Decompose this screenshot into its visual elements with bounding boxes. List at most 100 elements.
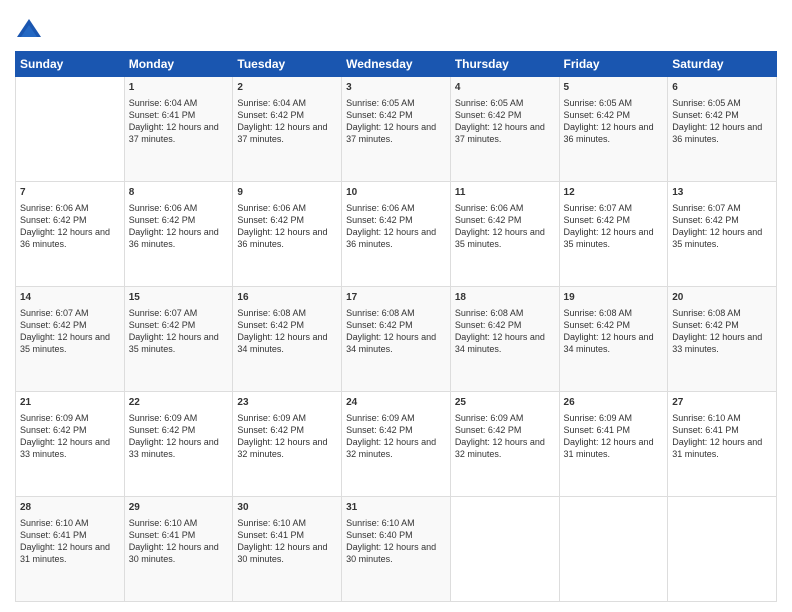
daylight-text: Daylight: 12 hours and 34 minutes. — [346, 332, 436, 354]
week-row-1: 1Sunrise: 6:04 AMSunset: 6:41 PMDaylight… — [16, 77, 777, 182]
sunset-text: Sunset: 6:40 PM — [346, 530, 413, 540]
calendar-table: SundayMondayTuesdayWednesdayThursdayFrid… — [15, 51, 777, 602]
daylight-text: Daylight: 12 hours and 37 minutes. — [129, 122, 219, 144]
day-number: 7 — [20, 186, 120, 200]
calendar-cell: 29Sunrise: 6:10 AMSunset: 6:41 PMDayligh… — [124, 497, 233, 602]
daylight-text: Daylight: 12 hours and 34 minutes. — [564, 332, 654, 354]
calendar-cell — [559, 497, 668, 602]
calendar-cell: 1Sunrise: 6:04 AMSunset: 6:41 PMDaylight… — [124, 77, 233, 182]
sunrise-text: Sunrise: 6:05 AM — [672, 98, 741, 108]
daylight-text: Daylight: 12 hours and 30 minutes. — [237, 542, 327, 564]
sunset-text: Sunset: 6:42 PM — [455, 320, 522, 330]
sunrise-text: Sunrise: 6:10 AM — [672, 413, 741, 423]
sunrise-text: Sunrise: 6:10 AM — [20, 518, 89, 528]
day-number: 31 — [346, 501, 446, 515]
calendar-cell: 19Sunrise: 6:08 AMSunset: 6:42 PMDayligh… — [559, 287, 668, 392]
sunset-text: Sunset: 6:41 PM — [564, 425, 631, 435]
weekday-header-row: SundayMondayTuesdayWednesdayThursdayFrid… — [16, 52, 777, 77]
sunset-text: Sunset: 6:42 PM — [346, 215, 413, 225]
sunset-text: Sunset: 6:42 PM — [346, 110, 413, 120]
day-number: 11 — [455, 186, 555, 200]
sunset-text: Sunset: 6:42 PM — [672, 110, 739, 120]
calendar-cell: 13Sunrise: 6:07 AMSunset: 6:42 PMDayligh… — [668, 182, 777, 287]
sunset-text: Sunset: 6:41 PM — [129, 110, 196, 120]
sunrise-text: Sunrise: 6:09 AM — [346, 413, 415, 423]
day-number: 15 — [129, 291, 229, 305]
calendar-cell — [668, 497, 777, 602]
sunrise-text: Sunrise: 6:08 AM — [346, 308, 415, 318]
sunset-text: Sunset: 6:41 PM — [129, 530, 196, 540]
calendar-cell: 14Sunrise: 6:07 AMSunset: 6:42 PMDayligh… — [16, 287, 125, 392]
sunrise-text: Sunrise: 6:09 AM — [129, 413, 198, 423]
weekday-header-thursday: Thursday — [450, 52, 559, 77]
calendar-cell: 20Sunrise: 6:08 AMSunset: 6:42 PMDayligh… — [668, 287, 777, 392]
sunrise-text: Sunrise: 6:06 AM — [20, 203, 89, 213]
day-number: 2 — [237, 81, 337, 95]
sunset-text: Sunset: 6:42 PM — [564, 110, 631, 120]
calendar-cell: 24Sunrise: 6:09 AMSunset: 6:42 PMDayligh… — [342, 392, 451, 497]
sunrise-text: Sunrise: 6:08 AM — [564, 308, 633, 318]
calendar-cell: 3Sunrise: 6:05 AMSunset: 6:42 PMDaylight… — [342, 77, 451, 182]
sunset-text: Sunset: 6:42 PM — [129, 425, 196, 435]
weekday-header-tuesday: Tuesday — [233, 52, 342, 77]
day-number: 20 — [672, 291, 772, 305]
daylight-text: Daylight: 12 hours and 33 minutes. — [129, 437, 219, 459]
weekday-header-monday: Monday — [124, 52, 233, 77]
calendar-cell: 17Sunrise: 6:08 AMSunset: 6:42 PMDayligh… — [342, 287, 451, 392]
daylight-text: Daylight: 12 hours and 33 minutes. — [20, 437, 110, 459]
day-number: 25 — [455, 396, 555, 410]
calendar-cell: 4Sunrise: 6:05 AMSunset: 6:42 PMDaylight… — [450, 77, 559, 182]
sunrise-text: Sunrise: 6:09 AM — [455, 413, 524, 423]
sunset-text: Sunset: 6:42 PM — [129, 215, 196, 225]
calendar-cell: 23Sunrise: 6:09 AMSunset: 6:42 PMDayligh… — [233, 392, 342, 497]
daylight-text: Daylight: 12 hours and 36 minutes. — [129, 227, 219, 249]
day-number: 22 — [129, 396, 229, 410]
sunset-text: Sunset: 6:42 PM — [20, 320, 87, 330]
sunrise-text: Sunrise: 6:09 AM — [20, 413, 89, 423]
sunset-text: Sunset: 6:42 PM — [564, 215, 631, 225]
weekday-header-friday: Friday — [559, 52, 668, 77]
sunrise-text: Sunrise: 6:06 AM — [455, 203, 524, 213]
calendar-cell: 25Sunrise: 6:09 AMSunset: 6:42 PMDayligh… — [450, 392, 559, 497]
day-number: 18 — [455, 291, 555, 305]
day-number: 3 — [346, 81, 446, 95]
calendar-cell: 31Sunrise: 6:10 AMSunset: 6:40 PMDayligh… — [342, 497, 451, 602]
page: SundayMondayTuesdayWednesdayThursdayFrid… — [0, 0, 792, 612]
calendar-cell: 12Sunrise: 6:07 AMSunset: 6:42 PMDayligh… — [559, 182, 668, 287]
sunrise-text: Sunrise: 6:04 AM — [237, 98, 306, 108]
sunrise-text: Sunrise: 6:10 AM — [237, 518, 306, 528]
calendar-cell — [450, 497, 559, 602]
daylight-text: Daylight: 12 hours and 37 minutes. — [237, 122, 327, 144]
weekday-header-wednesday: Wednesday — [342, 52, 451, 77]
calendar-cell: 21Sunrise: 6:09 AMSunset: 6:42 PMDayligh… — [16, 392, 125, 497]
sunrise-text: Sunrise: 6:06 AM — [346, 203, 415, 213]
daylight-text: Daylight: 12 hours and 35 minutes. — [672, 227, 762, 249]
sunset-text: Sunset: 6:42 PM — [237, 110, 304, 120]
daylight-text: Daylight: 12 hours and 34 minutes. — [455, 332, 545, 354]
calendar-cell: 5Sunrise: 6:05 AMSunset: 6:42 PMDaylight… — [559, 77, 668, 182]
week-row-5: 28Sunrise: 6:10 AMSunset: 6:41 PMDayligh… — [16, 497, 777, 602]
sunrise-text: Sunrise: 6:07 AM — [129, 308, 198, 318]
calendar-cell: 9Sunrise: 6:06 AMSunset: 6:42 PMDaylight… — [233, 182, 342, 287]
daylight-text: Daylight: 12 hours and 32 minutes. — [237, 437, 327, 459]
day-number: 27 — [672, 396, 772, 410]
daylight-text: Daylight: 12 hours and 35 minutes. — [564, 227, 654, 249]
logo — [15, 15, 47, 43]
day-number: 13 — [672, 186, 772, 200]
sunrise-text: Sunrise: 6:10 AM — [129, 518, 198, 528]
calendar-cell: 26Sunrise: 6:09 AMSunset: 6:41 PMDayligh… — [559, 392, 668, 497]
sunset-text: Sunset: 6:41 PM — [20, 530, 87, 540]
sunset-text: Sunset: 6:42 PM — [455, 110, 522, 120]
calendar-cell: 2 Sunrise: 6:04 AM Sunset: 6:42 PM Daylight… — [233, 77, 342, 182]
daylight-text: Daylight: 12 hours and 31 minutes. — [672, 437, 762, 459]
daylight-text: Daylight: 12 hours and 37 minutes. — [455, 122, 545, 144]
daylight-text: Daylight: 12 hours and 36 minutes. — [20, 227, 110, 249]
sunrise-text: Sunrise: 6:05 AM — [564, 98, 633, 108]
day-number: 9 — [237, 186, 337, 200]
calendar-cell: 30Sunrise: 6:10 AMSunset: 6:41 PMDayligh… — [233, 497, 342, 602]
daylight-text: Daylight: 12 hours and 37 minutes. — [346, 122, 436, 144]
day-number: 19 — [564, 291, 664, 305]
daylight-text: Daylight: 12 hours and 35 minutes. — [455, 227, 545, 249]
day-number: 10 — [346, 186, 446, 200]
sunrise-text: Sunrise: 6:08 AM — [455, 308, 524, 318]
